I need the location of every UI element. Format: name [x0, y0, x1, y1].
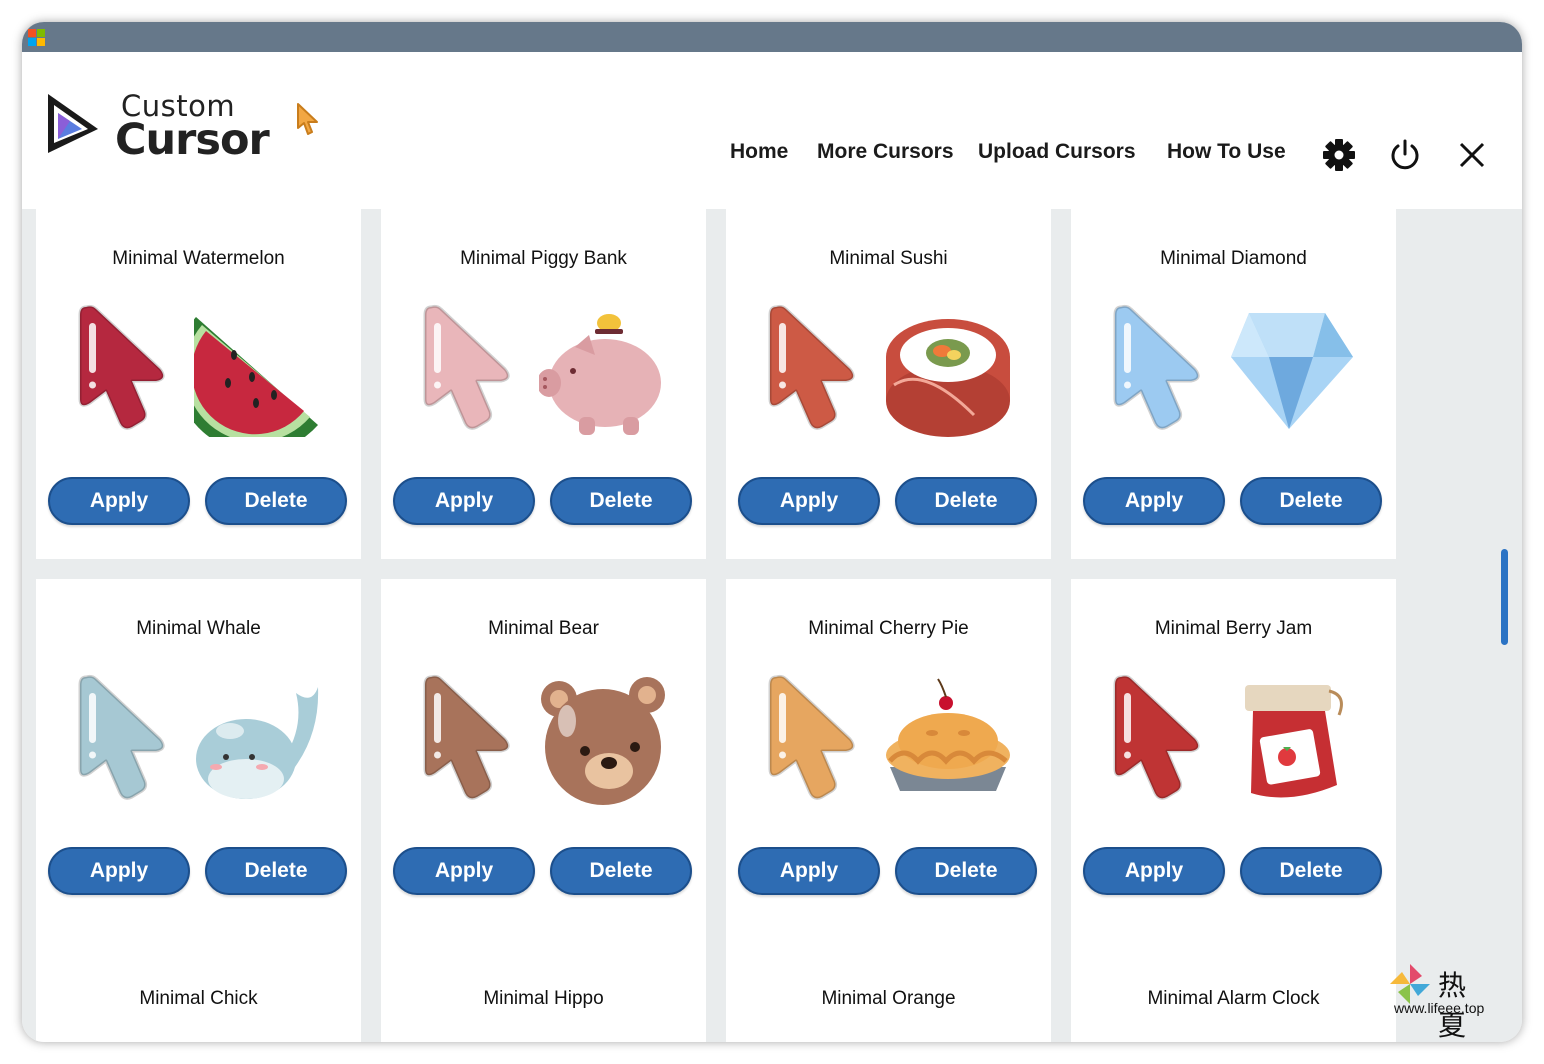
- scrollbar-thumb[interactable]: [1501, 549, 1508, 645]
- logo-arrow-icon: [48, 94, 98, 153]
- delete-button[interactable]: Delete: [1240, 477, 1382, 525]
- windows-logo-icon: [28, 29, 45, 46]
- cursor-preview: [1111, 671, 1361, 817]
- card-title: Minimal Alarm Clock: [1147, 988, 1320, 1009]
- cursor-arrow-icon: [1113, 674, 1200, 800]
- cursor-card: Minimal Sushi Apply Delete: [726, 209, 1051, 559]
- cursor-preview: [421, 301, 671, 447]
- delete-button[interactable]: Delete: [550, 847, 692, 895]
- diamond-icon: [1231, 313, 1353, 429]
- card-title: Minimal Bear: [488, 618, 599, 639]
- cursor-card: Minimal Piggy Bank Apply Delete: [381, 209, 706, 559]
- card-title: Minimal Berry Jam: [1154, 618, 1313, 639]
- cursor-card: Minimal Whale Apply Delete: [36, 579, 361, 969]
- site-watermark: 热夏 www.lifeee.top: [1386, 958, 1501, 1042]
- apply-button[interactable]: Apply: [738, 477, 880, 525]
- cursor-card: Minimal Berry Jam Apply Delete: [1071, 579, 1396, 969]
- cursor-preview: [766, 671, 1016, 817]
- whale-icon: [196, 687, 319, 799]
- cursor-card: Minimal Hippo: [381, 949, 706, 1042]
- cursor-card: Minimal Watermelon Apply Delete: [36, 209, 361, 559]
- mouse-cursor-icon: [297, 103, 318, 135]
- card-title: Minimal Cherry Pie: [808, 618, 969, 639]
- card-title: Minimal Watermelon: [112, 248, 285, 269]
- cursor-card: Minimal Bear Apply Delete: [381, 579, 706, 969]
- cursor-preview: [76, 671, 326, 817]
- cursor-card: Minimal Alarm Clock: [1071, 949, 1396, 1042]
- delete-button[interactable]: Delete: [895, 847, 1037, 895]
- card-title: Minimal Hippo: [483, 988, 604, 1009]
- apply-button[interactable]: Apply: [1083, 847, 1225, 895]
- app-window: Custom Cursor Home More Cursors Upload C…: [22, 22, 1522, 1042]
- cursor-preview: [1111, 301, 1361, 447]
- cursor-arrow-icon: [768, 304, 855, 430]
- card-title: Minimal Sushi: [829, 248, 948, 269]
- card-title: Minimal Chick: [139, 988, 258, 1009]
- card-title: Minimal Whale: [136, 618, 261, 639]
- jam-icon: [1245, 685, 1343, 798]
- cursor-card: Minimal Chick: [36, 949, 361, 1042]
- nav-home[interactable]: Home: [730, 140, 788, 164]
- cursor-preview: [421, 671, 671, 817]
- cursor-card: Minimal Diamond Apply Delete: [1071, 209, 1396, 559]
- delete-button[interactable]: Delete: [895, 477, 1037, 525]
- cursor-arrow-icon: [768, 674, 855, 800]
- close-icon[interactable]: [1455, 138, 1489, 172]
- sushi-icon: [886, 319, 1010, 437]
- app-logo[interactable]: Custom Cursor: [44, 89, 270, 165]
- nav-how-to-use[interactable]: How To Use: [1167, 140, 1286, 164]
- cursor-arrow-icon: [78, 304, 165, 430]
- apply-button[interactable]: Apply: [1083, 477, 1225, 525]
- delete-button[interactable]: Delete: [205, 847, 347, 895]
- apply-button[interactable]: Apply: [48, 477, 190, 525]
- piggy-icon: [539, 314, 661, 435]
- cursor-preview: [76, 301, 326, 447]
- card-title: Minimal Diamond: [1160, 248, 1307, 269]
- cursor-grid[interactable]: Minimal Watermelon Apply Delete Minimal Pig…: [22, 209, 1522, 1042]
- app-header: Custom Cursor Home More Cursors Upload C…: [22, 52, 1522, 209]
- cursor-card: Minimal Orange: [726, 949, 1051, 1042]
- apply-button[interactable]: Apply: [393, 477, 535, 525]
- bear-icon: [541, 677, 665, 805]
- card-title: Minimal Orange: [821, 988, 956, 1009]
- nav-upload-cursors[interactable]: Upload Cursors: [978, 140, 1136, 164]
- cursor-arrow-icon: [1113, 304, 1200, 430]
- apply-button[interactable]: Apply: [738, 847, 880, 895]
- cursor-arrow-icon: [423, 304, 510, 430]
- watermelon-icon: [194, 317, 318, 437]
- logo-text-cursor: Cursor: [115, 115, 270, 165]
- delete-button[interactable]: Delete: [1240, 847, 1382, 895]
- power-icon[interactable]: [1388, 138, 1422, 172]
- title-bar[interactable]: [22, 22, 1522, 52]
- nav-more-cursors[interactable]: More Cursors: [817, 140, 954, 164]
- gear-icon[interactable]: [1322, 138, 1356, 172]
- cursor-preview: [766, 301, 1016, 447]
- apply-button[interactable]: Apply: [48, 847, 190, 895]
- card-title: Minimal Piggy Bank: [460, 248, 627, 269]
- cursor-arrow-icon: [78, 674, 165, 800]
- delete-button[interactable]: Delete: [550, 477, 692, 525]
- apply-button[interactable]: Apply: [393, 847, 535, 895]
- watermark-url: www.lifeee.top: [1394, 1000, 1485, 1016]
- pie-icon: [886, 678, 1010, 791]
- delete-button[interactable]: Delete: [205, 477, 347, 525]
- cursor-arrow-icon: [423, 674, 510, 800]
- cursor-card: Minimal Cherry Pie Apply Delete: [726, 579, 1051, 969]
